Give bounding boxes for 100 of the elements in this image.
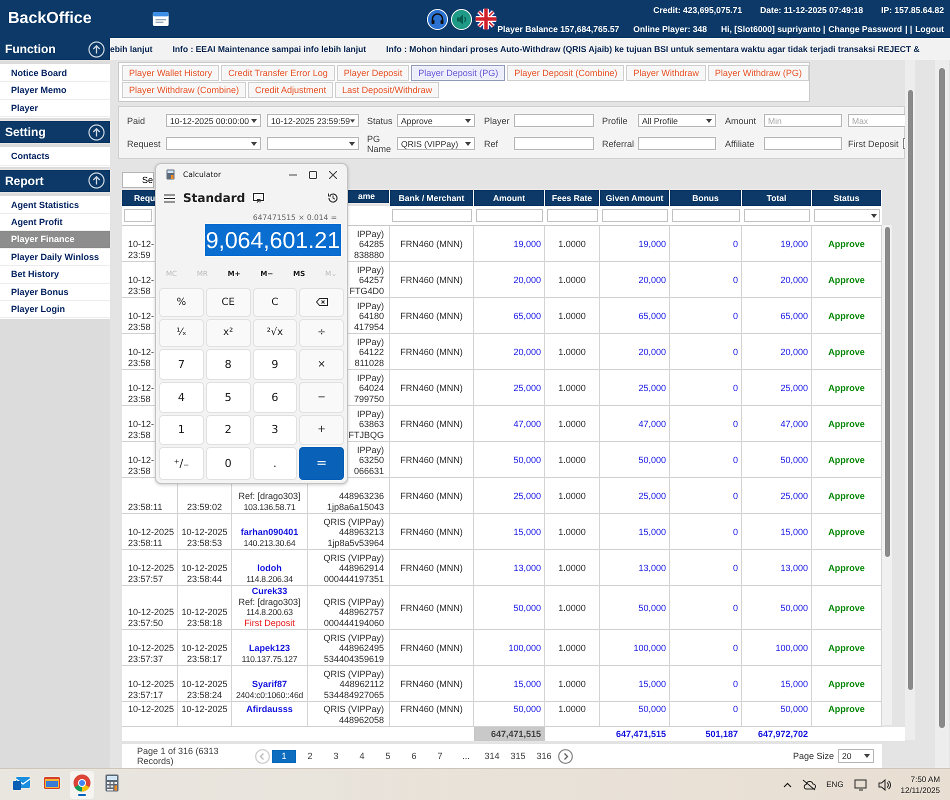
column-header[interactable]: ame bbox=[358, 191, 376, 202]
calculator-key[interactable]: ²√x bbox=[252, 318, 298, 348]
calculator-key[interactable]: 2 bbox=[206, 414, 250, 446]
language-indicator[interactable]: ENG bbox=[826, 780, 844, 789]
calculator-key[interactable]: 4 bbox=[159, 382, 204, 413]
next-page-button[interactable] bbox=[558, 748, 573, 764]
flag-icon[interactable] bbox=[475, 8, 498, 30]
close-icon[interactable] bbox=[329, 170, 337, 178]
page-link[interactable]: ... bbox=[454, 750, 478, 763]
page-link[interactable]: 314 bbox=[480, 750, 504, 763]
calculator-key[interactable]: x² bbox=[206, 318, 250, 348]
sidebar-item[interactable]: Player Bonus bbox=[0, 284, 110, 301]
filter-input[interactable]: Max bbox=[848, 114, 905, 127]
filter-input[interactable] bbox=[638, 137, 716, 150]
calculator-icon[interactable] bbox=[105, 774, 119, 792]
collapse-icon[interactable] bbox=[88, 124, 105, 141]
sidebar-item[interactable]: Player Login bbox=[0, 300, 110, 318]
section-header[interactable]: Report bbox=[0, 170, 110, 192]
browser-icon[interactable] bbox=[73, 774, 91, 792]
player-username[interactable]: farhan090401 bbox=[240, 527, 298, 538]
search-button[interactable]: Se bbox=[122, 172, 154, 188]
player-username[interactable]: lodoh bbox=[257, 563, 282, 574]
filter-input[interactable] bbox=[514, 114, 594, 127]
calculator-key[interactable]: 7 bbox=[159, 349, 204, 380]
filter-select[interactable]: All Profile bbox=[638, 114, 716, 127]
cloud-off-icon[interactable] bbox=[802, 778, 816, 790]
taskbar-app[interactable] bbox=[70, 770, 94, 798]
calculator-key[interactable]: 8 bbox=[206, 349, 250, 380]
column-header[interactable]: Fees Rate bbox=[545, 190, 600, 206]
page-link[interactable]: 2 bbox=[298, 750, 322, 763]
filter-select[interactable]: 10-12-2025 00:00:00 bbox=[166, 114, 261, 127]
sidebar-item[interactable]: Player bbox=[0, 100, 110, 118]
chevron-up-icon[interactable] bbox=[783, 782, 792, 788]
section-header[interactable]: Function bbox=[0, 38, 110, 60]
filter-input[interactable] bbox=[514, 137, 594, 150]
folder-icon[interactable] bbox=[43, 774, 61, 790]
logout-link[interactable]: Logout bbox=[915, 24, 944, 34]
speaker-icon[interactable] bbox=[451, 8, 472, 30]
collapse-icon[interactable] bbox=[88, 40, 105, 58]
column-header[interactable]: Bank / Merchant bbox=[390, 190, 474, 206]
page-link[interactable]: 5 bbox=[376, 750, 400, 763]
calculator-key[interactable]: % bbox=[159, 288, 204, 317]
sidebar-item[interactable]: Bet History bbox=[0, 266, 110, 284]
calculator-key[interactable]: + bbox=[299, 414, 344, 446]
equals-button[interactable]: = bbox=[299, 447, 344, 480]
page-link[interactable]: 7 bbox=[428, 750, 452, 763]
window-icon[interactable] bbox=[152, 9, 170, 29]
clock-date[interactable]: 12/11/2025 bbox=[900, 786, 940, 794]
scrollbar[interactable] bbox=[935, 60, 949, 768]
page-link[interactable]: 6 bbox=[402, 750, 426, 763]
calculator-key[interactable]: 3 bbox=[252, 414, 298, 446]
filter-select[interactable]: 10-12-2025 23:59:59 bbox=[267, 114, 359, 127]
page-link[interactable]: 3 bbox=[324, 750, 348, 763]
column-header[interactable]: Bonus bbox=[670, 190, 742, 206]
calculator-key[interactable]: × bbox=[299, 349, 344, 380]
player-username[interactable]: Syarif87 bbox=[252, 679, 288, 690]
page-size-select[interactable]: 20 bbox=[838, 749, 874, 764]
column-header[interactable]: Total bbox=[742, 190, 812, 206]
page-link[interactable]: 315 bbox=[506, 750, 530, 763]
column-header[interactable]: Amount bbox=[474, 190, 545, 206]
calculator-key[interactable]: 5 bbox=[206, 382, 250, 413]
calculator-key[interactable]: . bbox=[252, 447, 298, 480]
headset-icon[interactable] bbox=[427, 8, 448, 30]
calculator-key[interactable]: C bbox=[252, 288, 298, 317]
section-header[interactable]: Setting bbox=[0, 121, 110, 144]
calculator-key[interactable]: 6 bbox=[252, 382, 298, 413]
calculator-key[interactable]: ¹⁄ₓ bbox=[159, 318, 204, 348]
sidebar-item[interactable]: Player Daily Winloss bbox=[0, 248, 110, 266]
filter-select[interactable]: Approve bbox=[397, 114, 475, 127]
filter-select[interactable]: QRIS (VIPPay) bbox=[397, 137, 475, 150]
collapse-icon[interactable] bbox=[88, 172, 105, 190]
scrollbar[interactable] bbox=[882, 225, 892, 726]
sidebar-item[interactable]: Agent Statistics bbox=[0, 196, 110, 214]
clock-time[interactable]: 7:50 AM bbox=[910, 774, 940, 784]
mail-icon[interactable] bbox=[13, 774, 31, 790]
page-link[interactable]: 4 bbox=[350, 750, 374, 763]
calculator-key[interactable]: 9 bbox=[252, 349, 298, 380]
calculator-key[interactable]: − bbox=[299, 382, 344, 413]
sidebar-item[interactable]: Contacts bbox=[0, 148, 110, 166]
filter-input[interactable]: Min bbox=[764, 114, 842, 127]
player-username[interactable]: Afirdausss bbox=[246, 704, 293, 715]
calculator-key[interactable]: ÷ bbox=[299, 318, 344, 348]
menu-icon[interactable] bbox=[164, 194, 175, 202]
calculator-key[interactable]: 0 bbox=[206, 447, 250, 480]
calculator-key[interactable]: ⁺/₋ bbox=[159, 447, 204, 480]
compact-overlay-icon[interactable] bbox=[253, 193, 264, 203]
calculator-key[interactable]: 1 bbox=[159, 414, 204, 446]
tab[interactable]: Player Deposit (PG) bbox=[411, 65, 506, 81]
column-header[interactable]: Given Amount bbox=[600, 190, 670, 206]
page-link[interactable]: 316 bbox=[532, 750, 556, 763]
sidebar-item[interactable]: Notice Board bbox=[0, 65, 110, 82]
player-username[interactable]: Lapek123 bbox=[248, 643, 290, 654]
player-username[interactable]: Curek33 bbox=[252, 586, 288, 597]
volume-icon[interactable] bbox=[878, 778, 891, 790]
backspace-button[interactable] bbox=[299, 288, 344, 317]
calculator-key[interactable]: CE bbox=[206, 288, 250, 317]
column-header[interactable]: Status bbox=[812, 190, 882, 206]
page-link[interactable]: 1 bbox=[272, 750, 296, 763]
monitor-icon[interactable] bbox=[854, 778, 868, 790]
maximize-icon[interactable] bbox=[309, 170, 317, 178]
